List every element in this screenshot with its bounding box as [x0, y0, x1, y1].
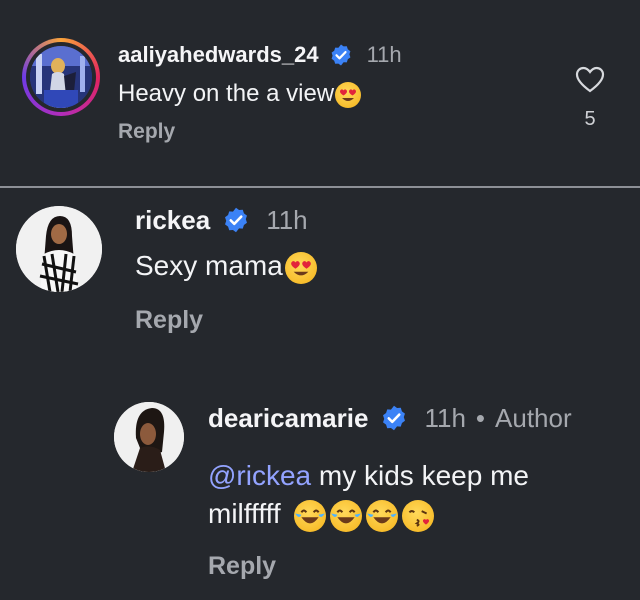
avatar[interactable] [16, 206, 102, 292]
like-count: 5 [584, 108, 596, 130]
like-area: 5 [574, 66, 606, 131]
verified-badge-icon [380, 404, 408, 432]
mention-link[interactable]: @rickea [208, 460, 311, 491]
comment-dearicamarie: dearicamarie 11h • Author @rickea my kid… [0, 390, 640, 600]
comment-text-line-2: milfffff [208, 498, 435, 532]
reply-button[interactable]: Reply [208, 552, 276, 581]
author-badge: Author [495, 402, 572, 433]
heart-eyes-emoji-icon [284, 251, 317, 284]
tears-of-joy-emoji-icon [294, 499, 327, 532]
timestamp: 11h [424, 402, 466, 433]
heart-like-icon[interactable] [575, 66, 605, 94]
username[interactable]: rickea [135, 205, 210, 236]
verified-badge-icon [222, 206, 250, 234]
comment-text: Heavy on the a view [118, 80, 362, 108]
comment-header: dearicamarie 11h • Author [208, 400, 572, 436]
timestamp: 11h [266, 204, 308, 235]
comment-text-line-1: @rickea my kids keep me [208, 460, 529, 491]
avatar [30, 46, 92, 108]
tears-of-joy-emoji-icon [366, 499, 399, 532]
reply-button[interactable]: Reply [135, 306, 203, 335]
tears-of-joy-emoji-icon [330, 499, 363, 532]
avatar-story-ring[interactable] [22, 38, 100, 116]
comment-rickea: rickea 11h Sexy mama Reply [0, 188, 640, 388]
kissing-heart-emoji-icon [402, 499, 435, 532]
comment-aaliyahedwards: aaliyahedwards_24 11h Heavy on the a vie… [0, 0, 640, 186]
comment-header: rickea 11h [135, 202, 308, 238]
username[interactable]: aaliyahedwards_24 [118, 42, 319, 68]
username[interactable]: dearicamarie [208, 403, 368, 434]
avatar[interactable] [114, 402, 184, 472]
comment-text: Sexy mama [135, 250, 317, 284]
comment-header: aaliyahedwards_24 11h [118, 40, 402, 70]
verified-badge-icon [329, 43, 353, 67]
timestamp: 11h [366, 42, 402, 67]
heart-eyes-emoji-icon [335, 81, 362, 108]
separator-dot: • [475, 402, 486, 433]
reply-button[interactable]: Reply [118, 120, 175, 144]
